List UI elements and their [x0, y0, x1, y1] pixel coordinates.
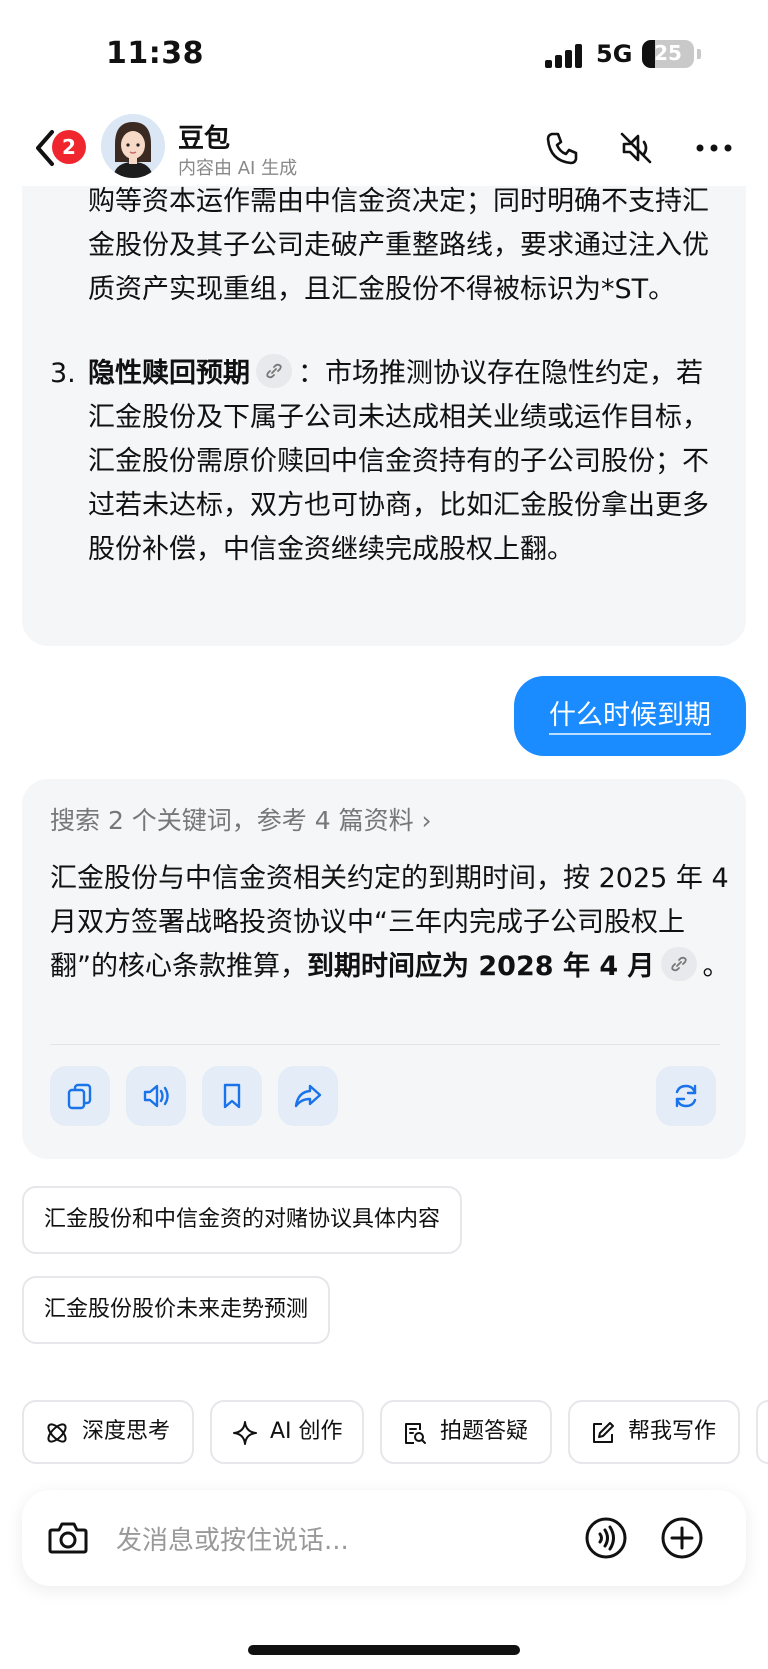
bot-name: 豆包 [178, 124, 231, 154]
plus-icon[interactable] [660, 1516, 704, 1560]
battery-level: 25 [654, 41, 682, 65]
copy-icon [67, 1083, 92, 1110]
link-icon [670, 956, 687, 972]
more-tools-chip[interactable] [756, 1400, 768, 1464]
answer-text-suffix: 。 [702, 951, 730, 982]
search-summary-link[interactable]: 搜索 2 个关键词，参考 4 篇资料 › [50, 801, 432, 837]
reference-link-button[interactable] [660, 947, 697, 981]
bookmark-icon [223, 1083, 241, 1109]
list-item-text: 市场推测协议存在隐性约定，若汇金股份及下属子公司未达成相关业绩或运作目标，汇金股… [88, 358, 709, 565]
list-item-3: 隐性赎回预期 ：市场推测协议存在隐性约定，若汇金股份及下属子公司未达成相关业绩或运… [88, 352, 712, 572]
message-input[interactable]: 发消息或按住说话... [116, 1520, 349, 1557]
deep-think-button[interactable]: 深度思考 [22, 1400, 194, 1464]
list-number: 3. [50, 358, 76, 389]
regenerate-button[interactable] [656, 1066, 716, 1126]
share-icon [294, 1084, 322, 1108]
help-write-button[interactable]: 帮我写作 [568, 1400, 740, 1464]
status-bar: 11:38 5G 25 [0, 0, 768, 110]
user-message-text: 什么时候到期 [549, 700, 711, 735]
battery-icon: 25 [642, 40, 694, 68]
status-time: 11:38 [106, 36, 204, 71]
tool-label: 拍题答疑 [440, 1419, 529, 1444]
copy-button[interactable] [50, 1066, 110, 1126]
network-label: 5G [596, 40, 633, 68]
sparkle-icon [233, 1421, 257, 1445]
user-message-bubble[interactable]: 什么时候到期 [514, 676, 746, 756]
tool-label: 深度思考 [82, 1419, 171, 1444]
mute-icon[interactable] [616, 128, 656, 168]
answer-card: 搜索 2 个关键词，参考 4 篇资料 › 汇金股份与中信金资相关约定的到期时间，… [22, 779, 746, 1159]
share-button[interactable] [278, 1066, 338, 1126]
answer-text-bold: 到期时间应为 2028 年 4 月 [307, 951, 655, 982]
phone-icon[interactable] [542, 128, 582, 168]
more-icon[interactable] [694, 128, 734, 168]
message-input-bar: 发消息或按住说话... [22, 1490, 746, 1586]
divider [50, 1044, 720, 1045]
tool-label: 帮我写作 [628, 1419, 717, 1444]
colon: ： [298, 358, 325, 389]
suggestion-chip[interactable]: 汇金股份股价未来走势预测 [22, 1276, 331, 1344]
edit-icon [593, 1422, 614, 1443]
answer-paragraph: 购等资本运作需由中信金资决定；同时明确不支持汇金股份及其子公司走破产重整路线，要… [88, 186, 709, 305]
tool-label: AI 创作 [270, 1419, 343, 1444]
refresh-icon [675, 1084, 697, 1108]
link-icon [266, 363, 282, 379]
ai-create-button[interactable]: AI 创作 [210, 1400, 364, 1464]
photo-answer-button[interactable]: 拍题答疑 [380, 1400, 552, 1464]
battery-cap [697, 49, 701, 59]
camera-icon[interactable] [46, 1516, 90, 1560]
answer-text: 汇金股份与中信金资相关约定的到期时间，按 2025 年 4 月双方签署战略投资协… [50, 857, 730, 989]
suggestion-chip[interactable]: 汇金股份和中信金资的对赌协议具体内容 [22, 1186, 463, 1254]
bookmark-button[interactable] [202, 1066, 262, 1126]
unread-badge: 2 [52, 130, 86, 164]
home-indicator [248, 1645, 520, 1655]
reference-link-button[interactable] [256, 354, 292, 388]
voice-icon[interactable] [584, 1516, 628, 1560]
list-item-title: 隐性赎回预期 [88, 358, 250, 389]
speaker-icon [143, 1084, 169, 1108]
read-aloud-button[interactable] [126, 1066, 186, 1126]
avatar[interactable] [101, 114, 165, 178]
doc-search-icon [405, 1423, 426, 1444]
signal-icon [545, 44, 585, 68]
chat-header: 2 豆包 内容由 AI 生成 [0, 110, 768, 186]
bot-subtitle: 内容由 AI 生成 [178, 158, 298, 179]
atom-icon [47, 1423, 67, 1443]
